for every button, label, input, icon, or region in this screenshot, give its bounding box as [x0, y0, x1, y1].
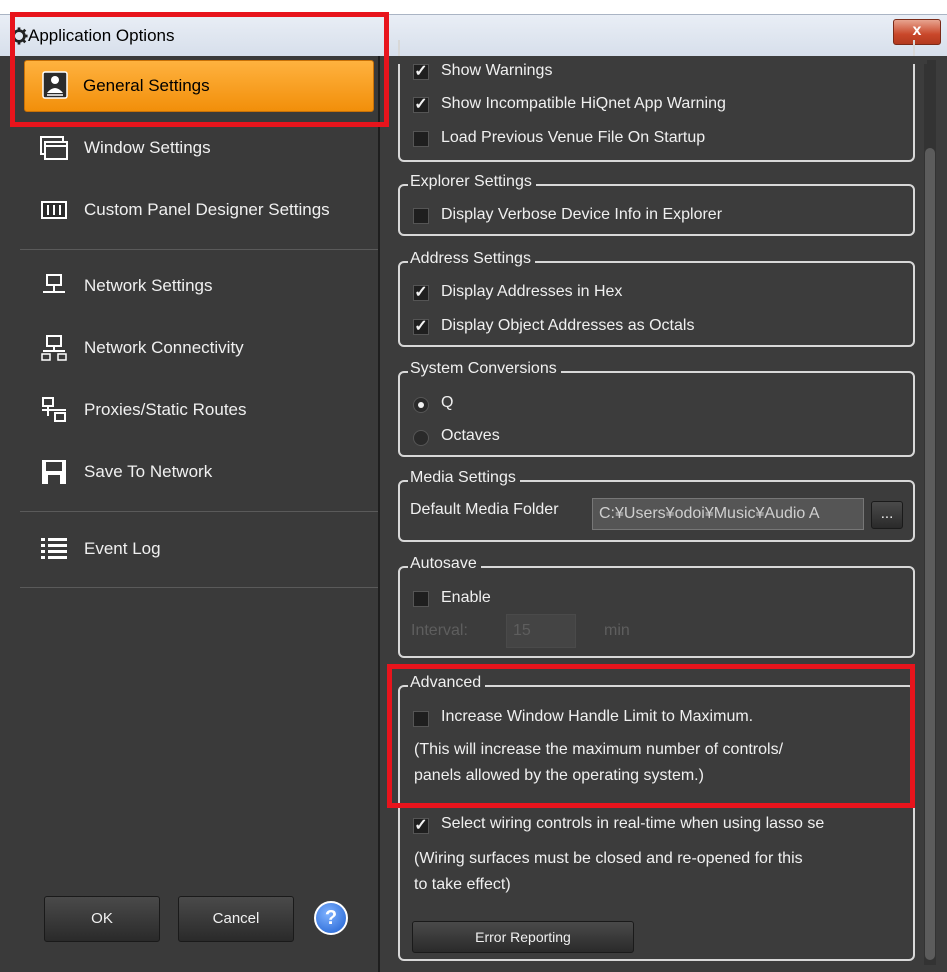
default-media-folder-label: Default Media Folder [410, 501, 559, 518]
sidebar-item-event-log[interactable]: Event Log [0, 519, 378, 579]
sidebar-item-save-to-network[interactable]: Save To Network [0, 442, 378, 502]
browse-button[interactable]: ... [871, 501, 903, 529]
sidebar-item-label: Save To Network [84, 462, 213, 481]
save-to-network-icon [42, 460, 66, 484]
autosave-enable-checkbox[interactable] [413, 591, 429, 607]
q-label: Q [441, 394, 454, 411]
sidebar-item-network-settings[interactable]: Network Settings [0, 256, 378, 316]
lasso-note-line1: (Wiring surfaces must be closed and re-o… [414, 850, 803, 867]
sidebar-separator [20, 511, 378, 512]
window-icon [40, 136, 68, 160]
network-connectivity-icon [41, 335, 67, 361]
sidebar-item-window-settings[interactable]: Window Settings [0, 118, 378, 178]
interval-input[interactable]: 15 [506, 614, 576, 648]
load-previous-venue-label: Load Previous Venue File On Startup [441, 129, 706, 146]
ok-button[interactable]: OK [44, 896, 160, 942]
autosave-enable-label: Enable [441, 589, 491, 606]
network-icon [43, 274, 65, 293]
autosave-group [398, 566, 915, 658]
show-warnings-label: Show Warnings [441, 62, 553, 79]
q-radio[interactable] [413, 397, 429, 413]
help-icon[interactable]: ? [314, 901, 348, 935]
addresses-hex-checkbox[interactable]: ✓ [413, 285, 429, 301]
interval-label: Interval: [411, 622, 468, 639]
object-addresses-octals-label: Display Object Addresses as Octals [441, 317, 695, 334]
autosave-title: Autosave [408, 555, 481, 573]
default-media-folder-input[interactable]: C:¥Users¥odoi¥Music¥Audio A [592, 498, 864, 530]
sidebar-item-proxies-static-routes[interactable]: Proxies/Static Routes [0, 380, 378, 440]
octaves-radio[interactable] [413, 430, 429, 446]
highlight-general-settings [10, 12, 389, 127]
sidebar-separator [20, 249, 378, 250]
event-log-icon [41, 538, 67, 559]
addresses-hex-label: Display Addresses in Hex [441, 283, 623, 300]
lasso-realtime-checkbox[interactable]: ✓ [413, 818, 429, 834]
explorer-settings-title: Explorer Settings [408, 173, 536, 191]
sidebar-item-label: Network Connectivity [84, 338, 244, 357]
load-previous-venue-checkbox[interactable] [413, 131, 429, 147]
object-addresses-octals-checkbox[interactable]: ✓ [413, 319, 429, 335]
octaves-label: Octaves [441, 427, 500, 444]
show-incompatible-warning-checkbox[interactable]: ✓ [413, 97, 429, 113]
cancel-button[interactable]: Cancel [178, 896, 294, 942]
sidebar-item-label: Window Settings [84, 138, 211, 157]
show-incompatible-warning-label: Show Incompatible HiQnet App Warning [441, 95, 726, 112]
verbose-device-info-checkbox[interactable] [413, 208, 429, 224]
scrollbar-thumb[interactable] [925, 148, 935, 960]
sidebar-item-label: Network Settings [84, 276, 213, 295]
sidebar-item-label: Custom Panel Designer Settings [84, 200, 330, 219]
system-conversions-title: System Conversions [408, 360, 561, 378]
sidebar-item-label: Event Log [84, 539, 161, 558]
media-settings-title: Media Settings [408, 469, 520, 487]
address-settings-title: Address Settings [408, 250, 535, 268]
highlight-advanced [387, 664, 915, 808]
panel-designer-icon [41, 201, 67, 219]
show-warnings-checkbox[interactable]: ✓ [413, 64, 429, 80]
proxies-icon [42, 397, 66, 422]
interval-unit: min [604, 622, 630, 639]
sidebar-separator [20, 587, 378, 588]
lasso-realtime-label: Select wiring controls in real-time when… [441, 815, 825, 832]
verbose-device-info-label: Display Verbose Device Info in Explorer [441, 206, 723, 223]
error-reporting-button[interactable]: Error Reporting [412, 921, 634, 953]
lasso-note-line2: to take effect) [414, 876, 511, 893]
sidebar-item-custom-panel-designer[interactable]: Custom Panel Designer Settings [0, 180, 378, 240]
sidebar-item-network-connectivity[interactable]: Network Connectivity [0, 318, 378, 378]
sidebar-item-label: Proxies/Static Routes [84, 400, 247, 419]
